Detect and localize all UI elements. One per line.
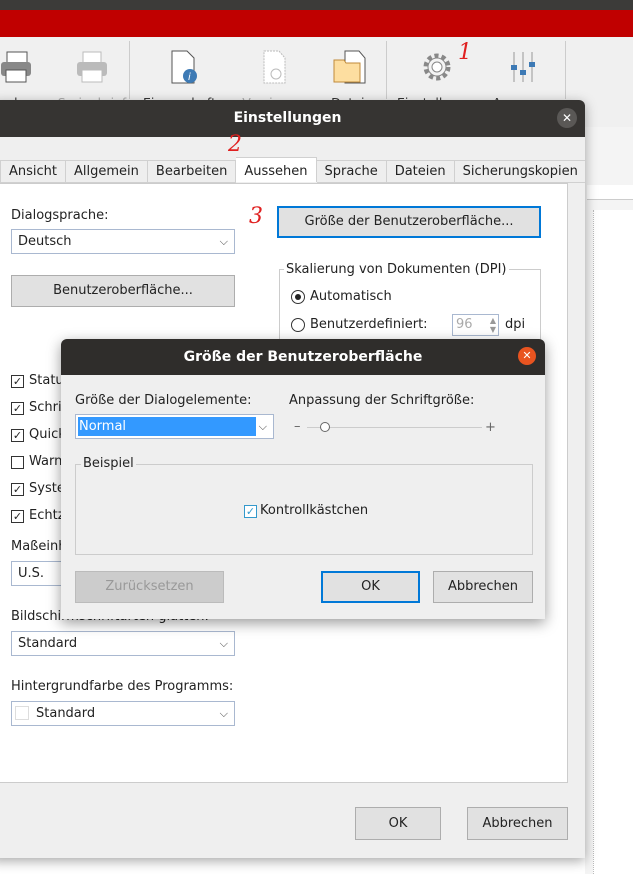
dialog-language-select[interactable]: Deutsch ⌵	[11, 229, 235, 254]
dpi-auto-label: Automatisch	[310, 289, 392, 304]
tab-bearbeiten[interactable]: Bearbeiten	[147, 160, 237, 183]
document-info-icon: i	[143, 47, 223, 87]
select-value: Standard	[18, 636, 78, 651]
tab-dateien[interactable]: Dateien	[386, 160, 455, 183]
tab-allgemein[interactable]: Allgemein	[66, 160, 148, 183]
select-value: Standard	[36, 706, 96, 721]
reset-button[interactable]: Zurücksetzen	[75, 571, 224, 603]
system-top-bar	[0, 0, 633, 10]
close-button[interactable]: ✕	[518, 347, 536, 365]
chevron-down-icon: ⌵	[219, 637, 228, 650]
minus-icon[interactable]: –	[294, 419, 301, 434]
checkbox-6-label: Echtz	[29, 508, 65, 523]
close-icon: ✕	[561, 111, 573, 125]
checkbox-5[interactable]: ✓	[11, 483, 24, 496]
tab-aussehen[interactable]: Aussehen	[236, 157, 317, 182]
font-size-slider[interactable]	[307, 422, 482, 432]
chevron-down-icon: ⌵	[258, 420, 267, 433]
ok-button[interactable]: OK	[355, 807, 441, 840]
checkbox-4-label: Warn	[29, 454, 63, 469]
plus-icon[interactable]: +	[485, 420, 496, 435]
tab-ansicht[interactable]: Ansicht	[0, 160, 67, 183]
tab-sicherungskopien[interactable]: Sicherungskopien	[454, 160, 585, 183]
annotation-2: 2	[228, 132, 242, 157]
dpi-custom-radio[interactable]	[291, 318, 305, 332]
units-label: Maßeinh	[11, 539, 67, 554]
document-page	[593, 210, 633, 874]
checkbox-5-label: Syste	[29, 481, 65, 496]
document-versions-icon	[233, 47, 313, 87]
dialog-title: Einstellungen	[0, 100, 585, 137]
elements-size-label: Größe der Dialogelemente:	[75, 393, 252, 408]
spin-arrows-icon: ▲ ▼	[489, 316, 496, 334]
ok-button[interactable]: OK	[321, 571, 420, 603]
user-interface-button[interactable]: Benutzeroberfläche...	[11, 275, 235, 307]
close-icon: ✕	[522, 349, 532, 362]
annotation-3: 3	[249, 204, 263, 229]
checkbox-3[interactable]: ✓	[11, 429, 24, 442]
toolbar-separator	[565, 41, 566, 99]
svg-text:i: i	[188, 72, 191, 83]
elements-size-select[interactable]: Normal ⌵	[75, 414, 274, 439]
bgcolor-select[interactable]: Standard ⌵	[11, 701, 235, 726]
dpi-value: 96	[456, 317, 473, 332]
slider-handle[interactable]	[319, 422, 330, 432]
folder-document-icon	[310, 47, 390, 87]
dpi-custom-label: Benutzerdefiniert:	[310, 317, 428, 332]
dpi-auto-radio[interactable]	[291, 290, 305, 304]
printer-icon	[0, 47, 58, 87]
cancel-button[interactable]: Abbrechen	[433, 571, 533, 603]
toolbar-separator	[386, 41, 387, 99]
example-group-label: Beispiel	[81, 456, 136, 471]
tab-sprache[interactable]: Sprache	[316, 160, 387, 183]
checkbox-1[interactable]: ✓	[11, 375, 24, 388]
tab-bar: Ansicht Allgemein Bearbeiten Aussehen Sp…	[0, 157, 585, 183]
sliders-icon	[483, 47, 563, 87]
chevron-down-icon: ⌵	[219, 707, 228, 720]
dpi-spinbox[interactable]: 96 ▲ ▼	[452, 314, 499, 336]
chevron-down-icon: ⌵	[219, 235, 228, 248]
ui-size-dialog: Größe der Benutzeroberfläche ✕ Größe der…	[61, 339, 545, 619]
select-value: U.S.	[18, 566, 45, 581]
color-swatch	[15, 706, 29, 720]
close-button[interactable]: ✕	[557, 108, 577, 128]
cancel-button[interactable]: Abbrechen	[467, 807, 568, 840]
dialog-language-label: Dialogsprache:	[11, 208, 109, 223]
app-title-bar	[0, 10, 633, 37]
toolbar-separator	[129, 41, 130, 99]
bgcolor-label: Hintergrundfarbe des Programms:	[11, 679, 234, 694]
dpi-unit: dpi	[505, 317, 526, 332]
select-value: Normal	[78, 417, 256, 436]
checkbox-1-label: Statu	[29, 373, 64, 388]
dialog-title: Größe der Benutzeroberfläche	[61, 339, 545, 375]
checkbox-2[interactable]: ✓	[11, 402, 24, 415]
ruler	[587, 185, 633, 200]
example-checkbox[interactable]: ✓	[244, 505, 257, 518]
checkbox-4[interactable]	[11, 456, 24, 469]
select-value: Deutsch	[18, 234, 72, 249]
smoothing-select[interactable]: Standard ⌵	[11, 631, 235, 656]
ui-size-button[interactable]: Größe der Benutzeroberfläche...	[277, 206, 541, 238]
example-checkbox-label: Kontrollkästchen	[260, 503, 369, 518]
checkbox-6[interactable]: ✓	[11, 510, 24, 523]
dpi-group-label: Skalierung von Dokumenten (DPI)	[284, 262, 509, 277]
print-merge-icon	[52, 47, 132, 87]
font-size-label: Anpassung der Schriftgröße:	[289, 393, 475, 408]
annotation-1: 1	[458, 40, 472, 65]
